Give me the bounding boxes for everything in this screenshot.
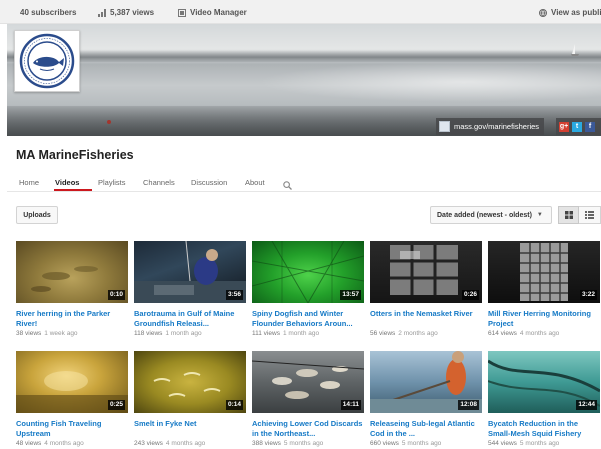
video-thumbnail[interactable]: 0:26 xyxy=(370,241,482,303)
video-title-link[interactable]: Releaseing Sub-legal Atlantic Cod in the… xyxy=(370,419,482,438)
google-plus-icon[interactable]: g+ xyxy=(559,121,569,132)
list-icon xyxy=(585,211,594,219)
view-as-public-link[interactable]: View as public xyxy=(539,8,601,17)
video-title-link[interactable]: Barotrauma in Gulf of Maine Groundfish R… xyxy=(134,309,246,328)
subscriber-count: 40 subscribers xyxy=(20,8,77,17)
banner-water-glare xyxy=(257,62,601,102)
massachusetts-marine-fisheries-seal-icon xyxy=(19,33,75,89)
video-duration: 3:56 xyxy=(225,290,243,300)
video-card[interactable]: 0:25 Counting Fish Traveling Upstream 48… xyxy=(16,351,128,447)
banner-social-links: g+ t f xyxy=(556,118,601,135)
video-meta: 111 views 1 month ago xyxy=(252,330,320,337)
grid-view-toggle[interactable] xyxy=(558,206,579,224)
video-title-link[interactable]: Mill River Herring Monitoring Project xyxy=(488,309,600,328)
video-meta: 38 views 1 week ago xyxy=(16,330,78,337)
channel-search-icon[interactable] xyxy=(283,177,292,190)
twitter-icon[interactable]: t xyxy=(572,121,582,132)
video-card[interactable]: 14:11 Achieving Lower Cod Discards in th… xyxy=(252,351,364,447)
tab-videos[interactable]: Videos xyxy=(55,178,79,187)
video-meta: 544 views 5 months ago xyxy=(488,440,560,447)
caret-down-icon: ▼ xyxy=(536,212,543,218)
channel-title[interactable]: MA MarineFisheries xyxy=(16,148,134,162)
bar-chart-icon xyxy=(98,8,107,17)
video-meta: 118 views 1 month ago xyxy=(134,330,202,337)
video-card[interactable]: 0:10 River herring in the Parker River! … xyxy=(16,241,128,337)
video-duration: 0:10 xyxy=(107,290,125,300)
video-card[interactable]: 0:14 Smelt in Fyke Net 243 views 4 months… xyxy=(134,351,246,447)
list-view-toggle[interactable] xyxy=(579,206,601,224)
globe-icon xyxy=(539,8,548,17)
view-count: 5,387 views xyxy=(98,8,154,17)
video-title-link[interactable]: Bycatch Reduction in the Small-Mesh Squi… xyxy=(488,419,600,438)
video-thumbnail[interactable]: 12:44 xyxy=(488,351,600,413)
channel-stats-bar: 40 subscribers 5,387 views Video Manager… xyxy=(0,0,601,24)
tab-home[interactable]: Home xyxy=(19,178,39,187)
video-duration: 13:57 xyxy=(340,290,361,300)
film-icon xyxy=(178,8,187,17)
video-card[interactable]: 12:08 Releaseing Sub-legal Atlantic Cod … xyxy=(370,351,482,447)
video-duration: 14:11 xyxy=(340,400,361,410)
video-thumbnail[interactable]: 14:11 xyxy=(252,351,364,413)
video-duration: 0:26 xyxy=(461,290,479,300)
video-thumbnail[interactable]: 12:08 xyxy=(370,351,482,413)
facebook-icon[interactable]: f xyxy=(585,121,595,132)
channel-tabs: Home Videos Playlists Channels Discussio… xyxy=(7,170,601,192)
video-card[interactable]: 3:22 Mill River Herring Monitoring Proje… xyxy=(488,241,600,337)
video-card[interactable]: 0:26 Otters in the Nemasket River 56 vie… xyxy=(370,241,482,337)
banner-shoreline xyxy=(7,50,601,62)
video-meta: 56 views 2 months ago xyxy=(370,330,438,337)
video-title-link[interactable]: River herring in the Parker River! xyxy=(16,309,128,328)
video-duration: 3:22 xyxy=(579,290,597,300)
video-title-link[interactable]: Otters in the Nemasket River xyxy=(370,309,482,328)
video-title-link[interactable]: Achieving Lower Cod Discards in the Nort… xyxy=(252,419,364,438)
video-meta: 243 views 4 months ago xyxy=(134,440,206,447)
video-card[interactable]: 3:56 Barotrauma in Gulf of Maine Groundf… xyxy=(134,241,246,337)
banner-buoy xyxy=(107,120,111,124)
video-title-link[interactable]: Smelt in Fyke Net xyxy=(134,419,246,438)
video-card[interactable]: 12:44 Bycatch Reduction in the Small-Mes… xyxy=(488,351,600,447)
banner-website-link[interactable]: mass.gov/marinefisheries xyxy=(436,118,545,135)
video-thumbnail[interactable]: 3:56 xyxy=(134,241,246,303)
grid-icon xyxy=(564,211,573,219)
active-tab-indicator xyxy=(54,189,92,191)
video-duration: 12:44 xyxy=(576,400,597,410)
video-thumbnail[interactable]: 0:14 xyxy=(134,351,246,413)
website-favicon-icon xyxy=(439,121,450,132)
video-manager-link[interactable]: Video Manager xyxy=(178,8,247,17)
video-card[interactable]: 13:57 Spiny Dogfish and Winter Flounder … xyxy=(252,241,364,337)
tab-playlists[interactable]: Playlists xyxy=(98,178,126,187)
video-meta: 614 views 4 months ago xyxy=(488,330,560,337)
tab-about[interactable]: About xyxy=(245,178,265,187)
video-thumbnail[interactable]: 0:25 xyxy=(16,351,128,413)
channel-logo[interactable] xyxy=(14,30,80,92)
video-thumbnail[interactable]: 3:22 xyxy=(488,241,600,303)
video-title-link[interactable]: Spiny Dogfish and Winter Flounder Behavi… xyxy=(252,309,364,328)
video-title-link[interactable]: Counting Fish Traveling Upstream xyxy=(16,419,128,438)
sort-dropdown-button[interactable]: Date added (newest - oldest) ▼ xyxy=(430,206,552,224)
video-meta: 388 views 5 months ago xyxy=(252,440,324,447)
video-meta: 660 views 5 months ago xyxy=(370,440,442,447)
video-duration: 0:25 xyxy=(107,400,125,410)
tab-channels[interactable]: Channels xyxy=(143,178,175,187)
uploads-dropdown-button[interactable]: Uploads xyxy=(16,206,58,224)
tab-discussion[interactable]: Discussion xyxy=(191,178,227,187)
video-duration: 12:08 xyxy=(458,400,479,410)
video-thumbnail[interactable]: 0:10 xyxy=(16,241,128,303)
video-thumbnail[interactable]: 13:57 xyxy=(252,241,364,303)
video-duration: 0:14 xyxy=(225,400,243,410)
sailboat-icon xyxy=(571,44,579,56)
video-meta: 48 views 4 months ago xyxy=(16,440,84,447)
